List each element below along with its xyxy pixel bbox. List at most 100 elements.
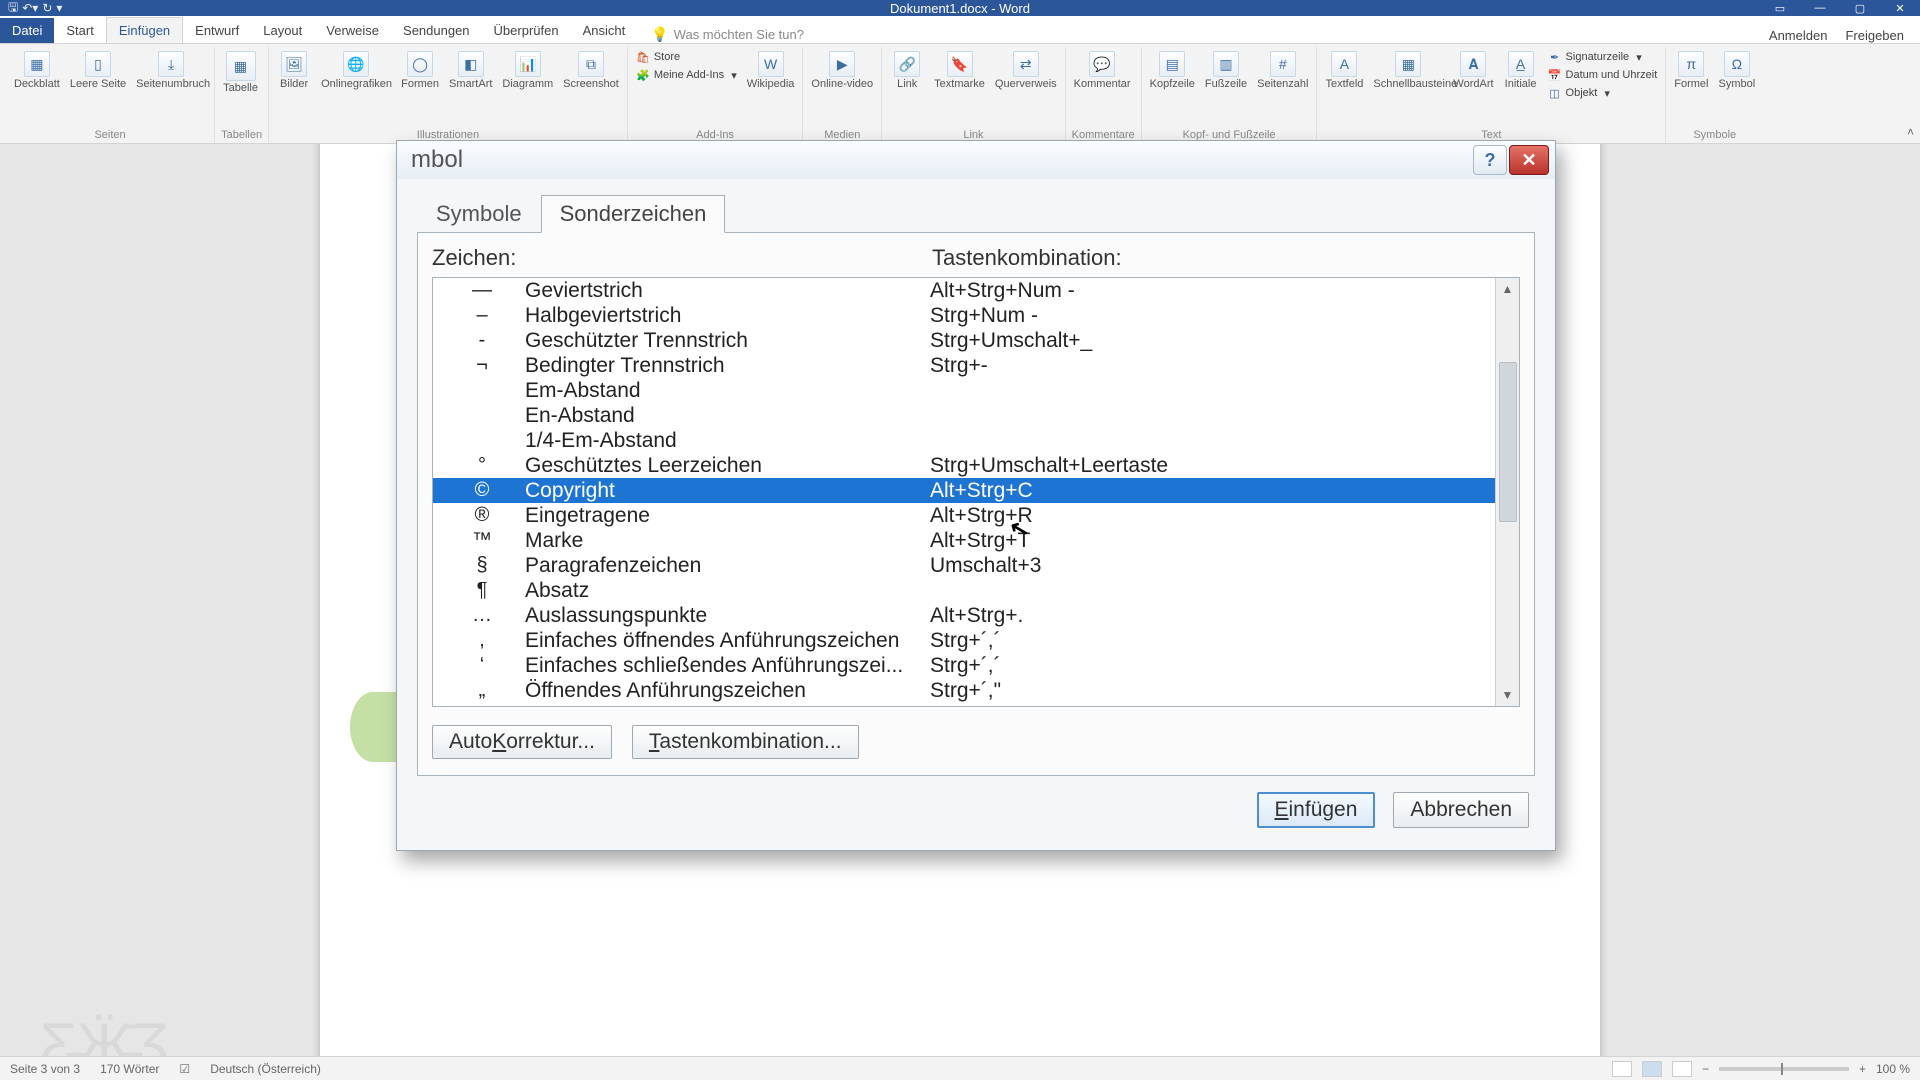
list-item[interactable]: ©CopyrightAlt+Strg+C [433,478,1495,503]
view-print-layout-icon[interactable] [1642,1061,1662,1077]
view-web-layout-icon[interactable] [1672,1061,1692,1077]
cancel-button[interactable]: Abbrechen [1393,792,1529,828]
smartart-button[interactable]: ◧SmartArt [447,49,494,92]
sign-in-link[interactable]: Anmelden [1769,28,1828,43]
dialog-help-button[interactable]: ? [1473,145,1507,175]
tab-start[interactable]: Start [54,18,105,43]
qat-dropdown-icon[interactable]: ▾ [56,1,62,15]
header-button[interactable]: ▤Kopfzeile [1148,49,1197,92]
redo-icon[interactable]: ↻ [42,1,52,15]
zoom-level[interactable]: 100 % [1876,1062,1910,1076]
tab-symbole[interactable]: Symbole [417,195,541,233]
list-item[interactable]: …AuslassungspunkteAlt+Strg+. [433,603,1495,628]
undo-icon[interactable]: ↶▾ [22,1,38,15]
list-item[interactable]: °Geschütztes LeerzeichenStrg+Umschalt+Le… [433,453,1495,478]
pictures-button[interactable]: 🖼Bilder [275,49,313,92]
status-page[interactable]: Seite 3 von 3 [10,1062,80,1076]
share-button[interactable]: Freigeben [1845,28,1904,43]
cover-page-button[interactable]: ▦Deckblatt [12,49,62,92]
list-item-symbol: ™ [439,529,525,552]
list-item-name: Auslassungspunkte [525,604,930,628]
tab-sonderzeichen[interactable]: Sonderzeichen [541,195,726,233]
shortcut-key-button[interactable]: Tastenkombination... [632,725,859,759]
list-item[interactable]: –HalbgeviertstrichStrg+Num - [433,303,1495,328]
insert-button[interactable]: Einfügen [1257,792,1376,828]
list-item[interactable]: ‘Einfaches schließendes Anführungszei...… [433,653,1495,678]
equation-button[interactable]: πFormel [1672,49,1710,92]
comment-icon: 💬 [1089,51,1115,77]
tell-me-search[interactable]: 💡 Was möchten Sie tun? [651,26,804,43]
chart-button[interactable]: 📊Diagramm [500,49,555,92]
textbox-button[interactable]: ATextfeld [1323,49,1365,92]
status-word-count[interactable]: 170 Wörter [100,1062,159,1076]
list-item[interactable]: ‚Einfaches öffnendes AnführungszeichenSt… [433,628,1495,653]
table-button[interactable]: ▦Tabelle [221,49,260,96]
list-item-symbol: ‘ [439,654,525,677]
online-pictures-button[interactable]: 🌐Onlinegrafiken [319,49,393,92]
list-item[interactable]: “Schließendes AnführungszeichenStrg+´," [433,703,1495,706]
tab-mailings[interactable]: Sendungen [391,18,482,43]
list-item[interactable]: Em-Abstand [433,378,1495,403]
bookmark-button[interactable]: 🔖Textmarke [932,49,987,92]
list-item[interactable]: —GeviertstrichAlt+Strg+Num - [433,278,1495,303]
view-read-mode-icon[interactable] [1612,1061,1632,1077]
autocorrect-button[interactable]: AutoKorrektur... [432,725,612,759]
screenshot-button[interactable]: ⧉Screenshot [561,49,621,92]
dialog-titlebar[interactable]: mbol ? ✕ [397,141,1555,179]
symbol-button[interactable]: ΩSymbol [1717,49,1758,92]
tab-file[interactable]: Datei [0,18,54,43]
blank-page-button[interactable]: ▯Leere Seite [68,49,128,92]
store-button[interactable]: 🛍Store [634,49,739,65]
tab-layout[interactable]: Layout [251,18,314,43]
status-bar: Seite 3 von 3 170 Wörter ☑ Deutsch (Öste… [0,1056,1920,1080]
list-item[interactable]: ®EingetrageneAlt+Strg+R [433,503,1495,528]
list-item[interactable]: „Öffnendes AnführungszeichenStrg+´," [433,678,1495,703]
list-item[interactable]: ¬Bedingter TrennstrichStrg+- [433,353,1495,378]
scroll-thumb[interactable] [1499,362,1517,522]
tab-review[interactable]: Überprüfen [482,18,571,43]
proofing-icon[interactable]: ☑ [179,1062,190,1076]
list-item[interactable]: -Geschützter TrennstrichStrg+Umschalt+_ [433,328,1495,353]
tab-insert[interactable]: Einfügen [106,17,183,43]
close-window-icon[interactable]: ✕ [1880,0,1920,16]
tab-references[interactable]: Verweise [314,18,391,43]
zoom-in-icon[interactable]: + [1859,1062,1866,1076]
minimize-icon[interactable]: — [1800,0,1840,16]
wikipedia-button[interactable]: WWikipedia [745,49,797,92]
wordart-button[interactable]: 𝐀WordArt [1451,49,1495,92]
date-time-button[interactable]: 📅Datum und Uhrzeit [1546,67,1660,83]
tab-design[interactable]: Entwurf [183,18,251,43]
scroll-up-icon[interactable]: ▲ [1496,278,1519,300]
dropcap-button[interactable]: A̲Initiale [1502,49,1540,92]
list-item[interactable]: En-Abstand [433,403,1495,428]
list-item[interactable]: 1/4-Em-Abstand [433,428,1495,453]
crossref-button[interactable]: ⇄Querverweis [993,49,1059,92]
list-item[interactable]: ™MarkeAlt+Strg+T [433,528,1495,553]
scroll-down-icon[interactable]: ▼ [1496,684,1519,706]
online-video-button[interactable]: ▶Online-video [809,49,875,92]
wordart-icon: 𝐀 [1460,51,1486,77]
list-scrollbar[interactable]: ▲ ▼ [1495,278,1519,706]
textbox-icon: A [1331,51,1357,77]
object-button[interactable]: ◫Objekt ▾ [1546,85,1660,101]
quickparts-button[interactable]: ▦Schnellbausteine [1371,49,1445,92]
link-button[interactable]: 🔗Link [888,49,926,92]
list-item[interactable]: ¶Absatz [433,578,1495,603]
footer-button[interactable]: ▥Fußzeile [1203,49,1249,92]
ribbon-options-icon[interactable]: ▭ [1760,0,1800,16]
list-item[interactable]: §ParagrafenzeichenUmschalt+3 [433,553,1495,578]
status-language[interactable]: Deutsch (Österreich) [210,1062,321,1076]
zoom-out-icon[interactable]: − [1702,1062,1709,1076]
maximize-icon[interactable]: ▢ [1840,0,1880,16]
comment-button[interactable]: 💬Kommentar [1072,49,1133,92]
tab-view[interactable]: Ansicht [571,18,638,43]
collapse-ribbon-icon[interactable]: ˄ [1907,125,1914,139]
save-icon[interactable]: 🖫 [8,0,18,19]
shapes-button[interactable]: ◯Formen [399,49,441,92]
zoom-slider[interactable] [1719,1067,1849,1071]
page-break-button[interactable]: ⤓Seitenumbruch [134,49,208,92]
signature-line-button[interactable]: ✒Signaturzeile ▾ [1546,49,1660,65]
pagenum-button[interactable]: #Seitenzahl [1255,49,1310,92]
my-addins-button[interactable]: 🧩Meine Add-Ins ▾ [634,67,739,83]
dialog-close-button[interactable]: ✕ [1509,145,1549,175]
